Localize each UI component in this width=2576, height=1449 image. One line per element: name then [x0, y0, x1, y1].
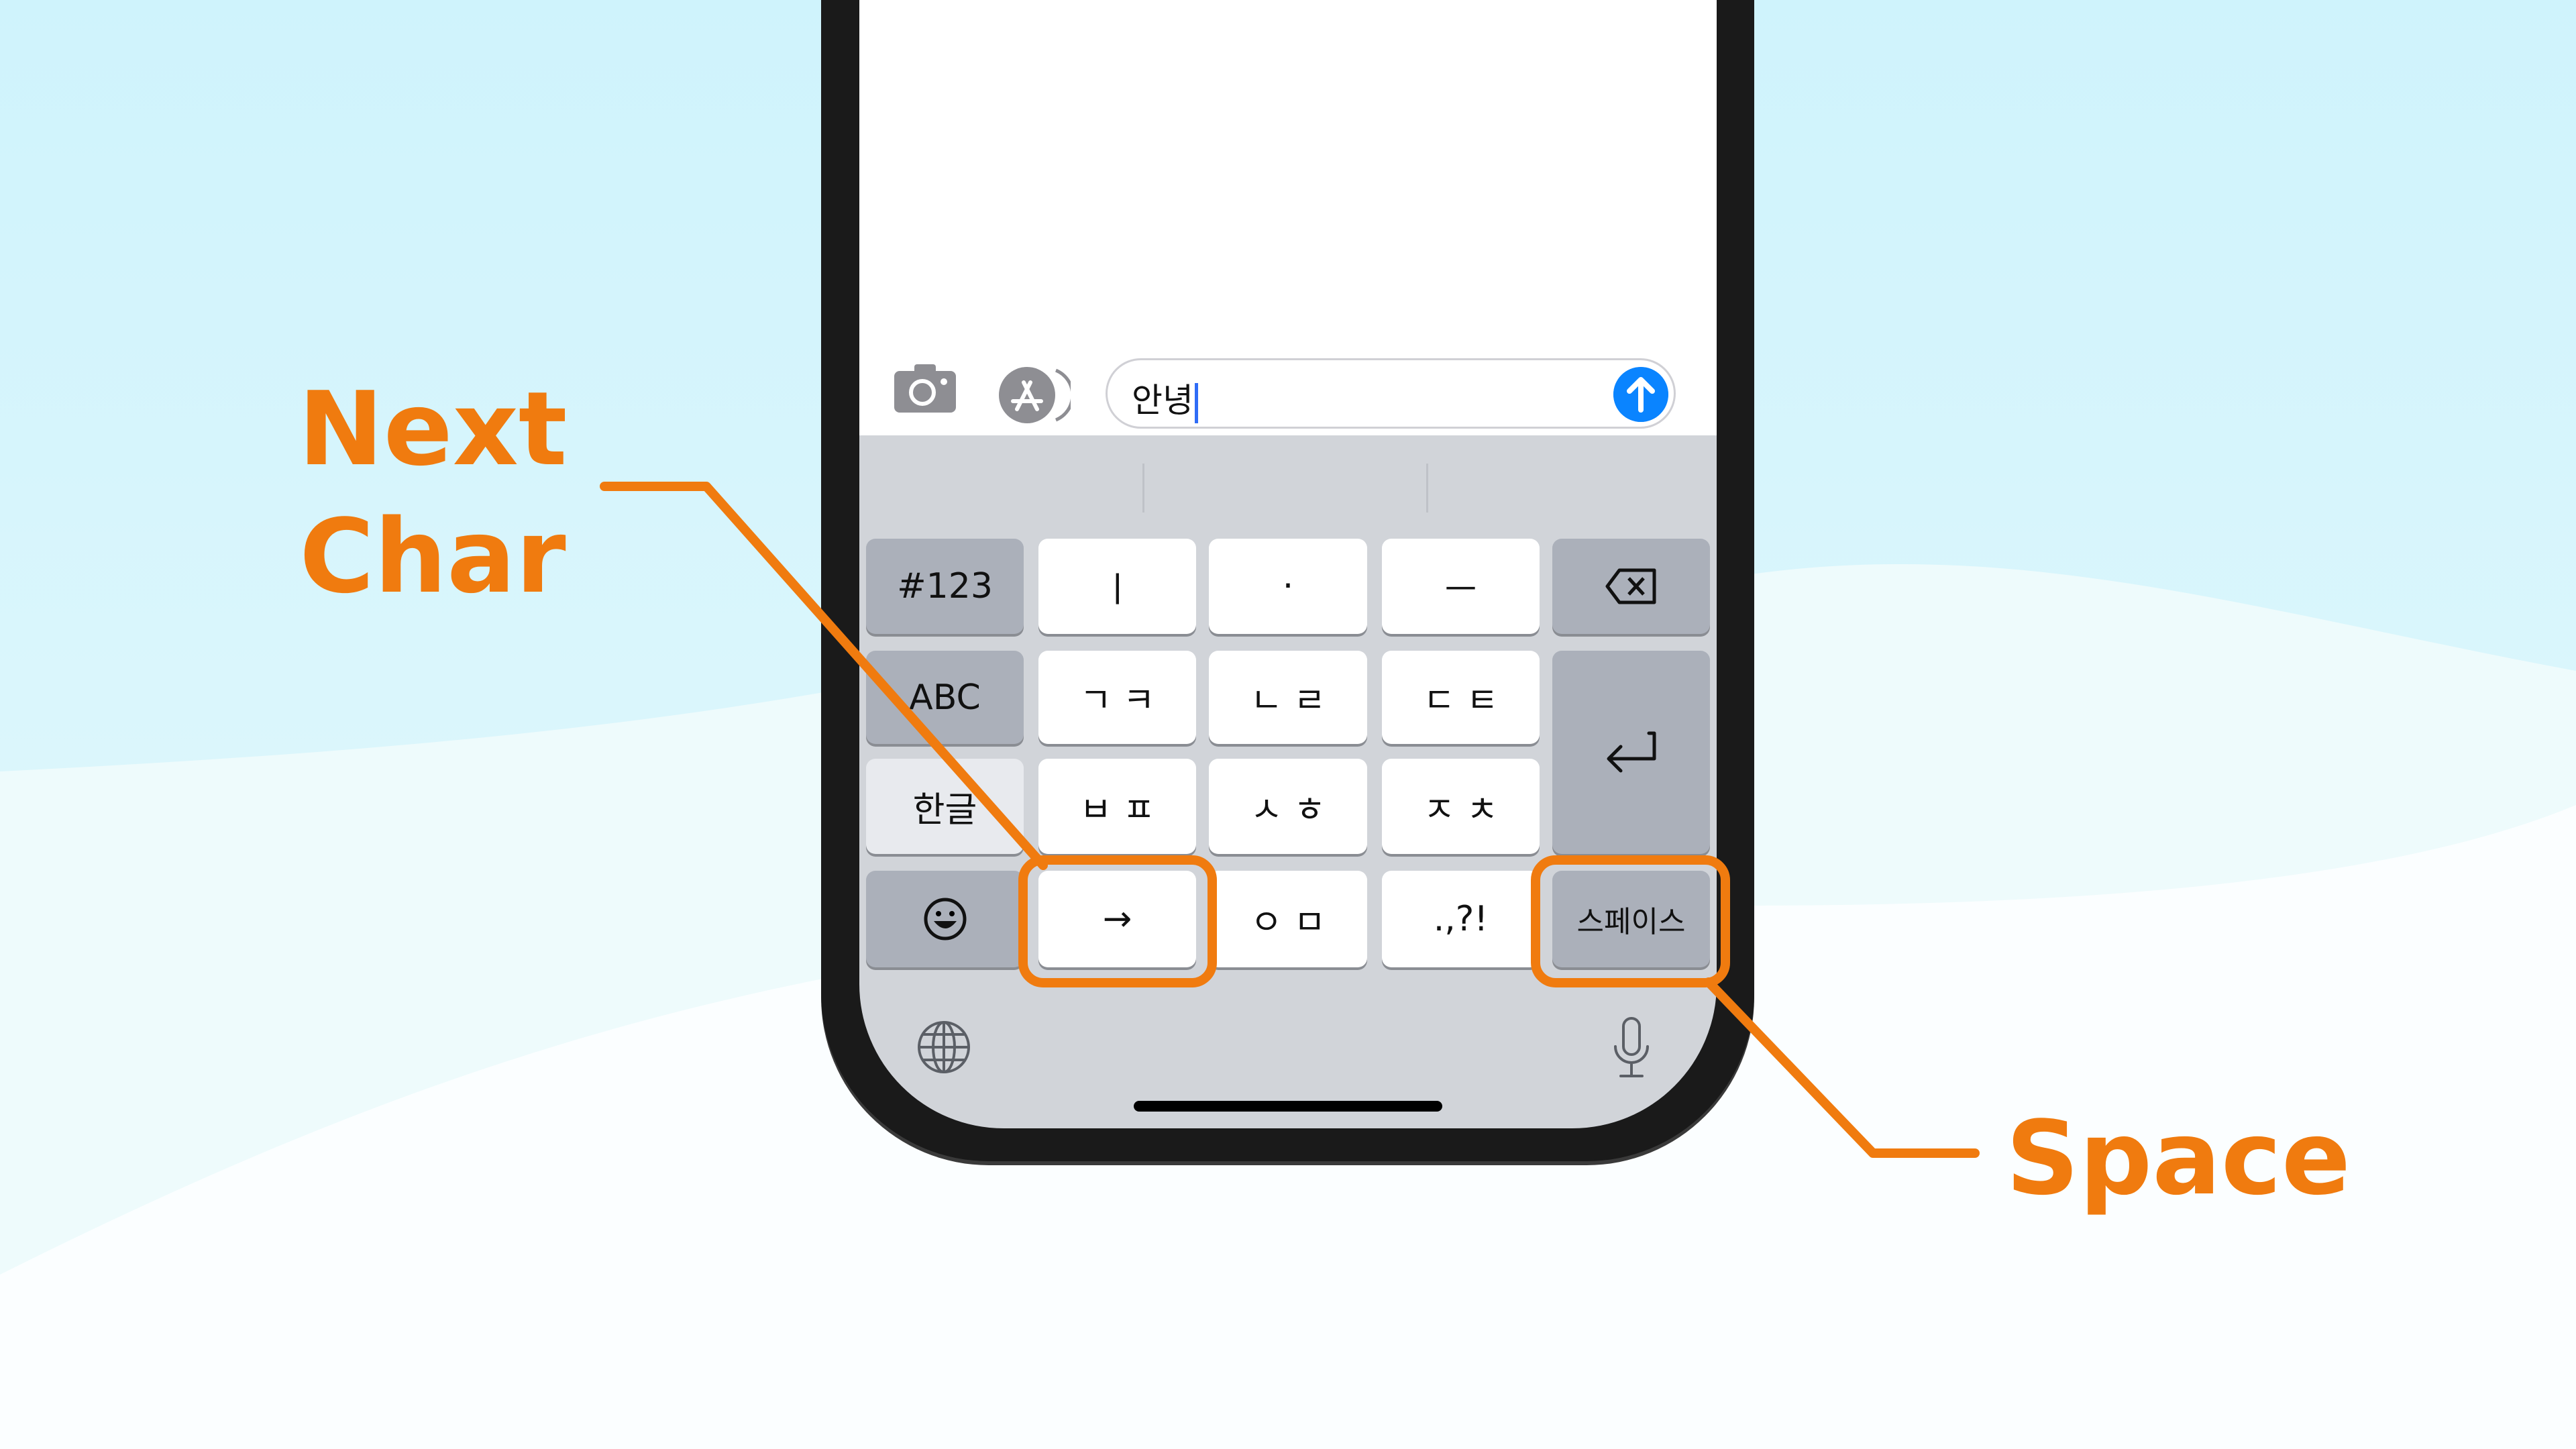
suggestion-divider [1142, 464, 1144, 513]
key-next-char[interactable]: → [1038, 871, 1196, 967]
return-icon [1607, 731, 1656, 772]
key-abc[interactable]: ABC [866, 651, 1024, 744]
home-indicator [1134, 1101, 1442, 1112]
key-vowel-i[interactable]: ㅣ [1038, 539, 1196, 634]
key-vowel-eu[interactable]: ㅡ [1382, 539, 1540, 634]
key-vowel-dot[interactable]: · [1209, 539, 1367, 634]
key-nieun[interactable]: ㄴ ㄹ [1209, 651, 1367, 744]
next-char-label-line1: Next [298, 370, 568, 488]
key-siot[interactable]: ㅅ ㅎ [1209, 759, 1367, 854]
key-hangul[interactable]: 한글 [866, 759, 1024, 854]
return-button[interactable] [1552, 651, 1710, 854]
key-label: ㅇ ㅁ [1250, 902, 1326, 943]
suggestion-divider [1426, 464, 1428, 513]
key-label: ㅈ ㅊ [1423, 790, 1499, 830]
key-label: ㅣ [1101, 570, 1134, 610]
message-input[interactable]: 안녕 [1106, 358, 1676, 429]
key-label: · [1282, 566, 1294, 606]
key-label: ㅅ ㅎ [1250, 790, 1326, 830]
key-numbers[interactable]: #123 [866, 539, 1024, 634]
key-label: → [1102, 899, 1132, 939]
globe-icon[interactable] [916, 1020, 971, 1075]
next-char-label: Next Char [282, 366, 584, 621]
phone-screen: 안녕 #123 ㅣ · ㅡ ABC ㄱ ㅋ ㄴ ㄹ ㄷ ㅌ 한글 ㅂ ㅍ ㅅ ㅎ… [859, 0, 1717, 1128]
key-label: ㅂ ㅍ [1079, 790, 1155, 830]
key-label: ㄷ ㅌ [1423, 681, 1499, 721]
space-label: Space [2006, 1099, 2351, 1218]
text-caret [1195, 382, 1198, 423]
key-label: ㅡ [1444, 570, 1477, 610]
key-label: ㄱ ㅋ [1079, 681, 1155, 721]
key-label: ABC [909, 677, 981, 718]
delete-icon [1605, 568, 1656, 604]
microphone-icon[interactable] [1613, 1017, 1650, 1079]
message-input-value: 안녕 [1132, 381, 1193, 420]
app-store-icon[interactable] [997, 365, 1071, 425]
emoji-icon [924, 898, 966, 941]
key-jieut[interactable]: ㅈ ㅊ [1382, 759, 1540, 854]
key-ieung[interactable]: ㅇ ㅁ [1209, 871, 1367, 967]
key-label: 스페이스 [1576, 905, 1686, 939]
emoji-button[interactable] [866, 871, 1024, 967]
message-area: 안녕 [859, 0, 1717, 435]
key-label: #123 [897, 566, 993, 606]
delete-button[interactable] [1552, 539, 1710, 634]
key-label: .,?! [1433, 899, 1489, 939]
next-char-label-line2: Char [299, 497, 566, 616]
send-button[interactable] [1613, 367, 1668, 422]
key-label: ㄴ ㄹ [1250, 681, 1326, 721]
camera-icon[interactable] [894, 364, 956, 413]
key-digeut[interactable]: ㄷ ㅌ [1382, 651, 1540, 744]
key-giyeok[interactable]: ㄱ ㅋ [1038, 651, 1196, 744]
key-punctuation[interactable]: .,?! [1382, 871, 1540, 967]
space-button[interactable]: 스페이스 [1552, 871, 1710, 967]
key-label: 한글 [912, 790, 977, 830]
key-bieup[interactable]: ㅂ ㅍ [1038, 759, 1196, 854]
